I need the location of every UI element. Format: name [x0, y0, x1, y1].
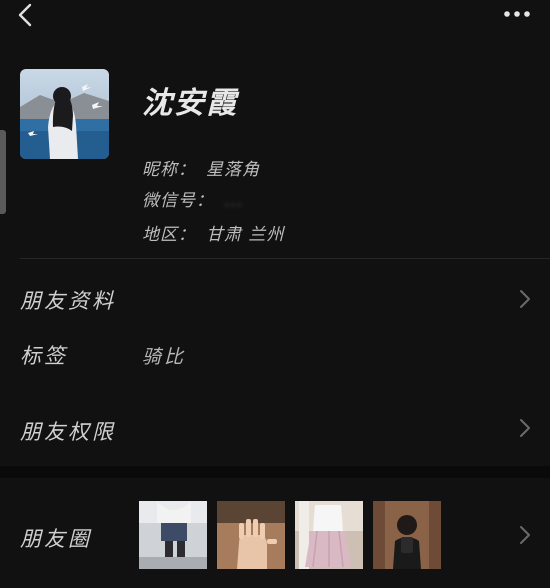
tags-label: 标签: [20, 344, 68, 368]
nickname-label: 昵称：: [142, 160, 196, 180]
moments-row[interactable]: 朋友圈: [0, 478, 550, 588]
profile-card: 沈安霞 昵称： 星落角 微信号：... 地区： 甘肃 兰州: [0, 34, 550, 259]
nickname-value: 星落角: [206, 160, 260, 180]
region-label: 地区：: [142, 225, 196, 245]
moments-thumbnail[interactable]: [295, 501, 363, 569]
chevron-left-icon: [18, 3, 32, 27]
moments-thumbnail[interactable]: [139, 501, 207, 569]
more-options-button[interactable]: [502, 4, 532, 24]
moments-thumbnail[interactable]: [217, 501, 285, 569]
tags-value: 骑比: [142, 346, 187, 368]
region-value: 甘肃 兰州: [206, 225, 285, 245]
back-button[interactable]: [12, 2, 38, 28]
moments-thumbnail[interactable]: [373, 501, 441, 569]
nickname-line: 昵称： 星落角: [142, 155, 260, 180]
top-bar: [0, 0, 550, 34]
friend-permissions-row[interactable]: 朋友权限: [0, 400, 550, 458]
profile-divider: [20, 258, 550, 259]
region-line: 地区： 甘肃 兰州: [142, 220, 284, 245]
friend-info-label: 朋友资料: [20, 289, 116, 313]
more-dots-icon: [504, 11, 530, 17]
chevron-right-icon: [520, 290, 530, 308]
wechat-id-line: 微信号：...: [142, 186, 243, 211]
avatar-image: [20, 69, 109, 159]
friend-info-row[interactable]: 朋友资料: [0, 270, 550, 328]
left-edge-handle: [0, 130, 6, 214]
moments-label: 朋友圈: [20, 527, 92, 551]
avatar[interactable]: [20, 69, 109, 159]
chevron-right-icon: [520, 419, 530, 437]
section-separator: [0, 466, 550, 478]
contact-name: 沈安霞: [142, 86, 238, 121]
wechat-id-value: ...: [224, 191, 244, 211]
tags-row[interactable]: 标签 骑比: [0, 330, 550, 380]
chevron-right-icon: [520, 526, 530, 544]
friend-permissions-label: 朋友权限: [20, 420, 116, 444]
wechat-id-label: 微信号：: [142, 191, 214, 211]
